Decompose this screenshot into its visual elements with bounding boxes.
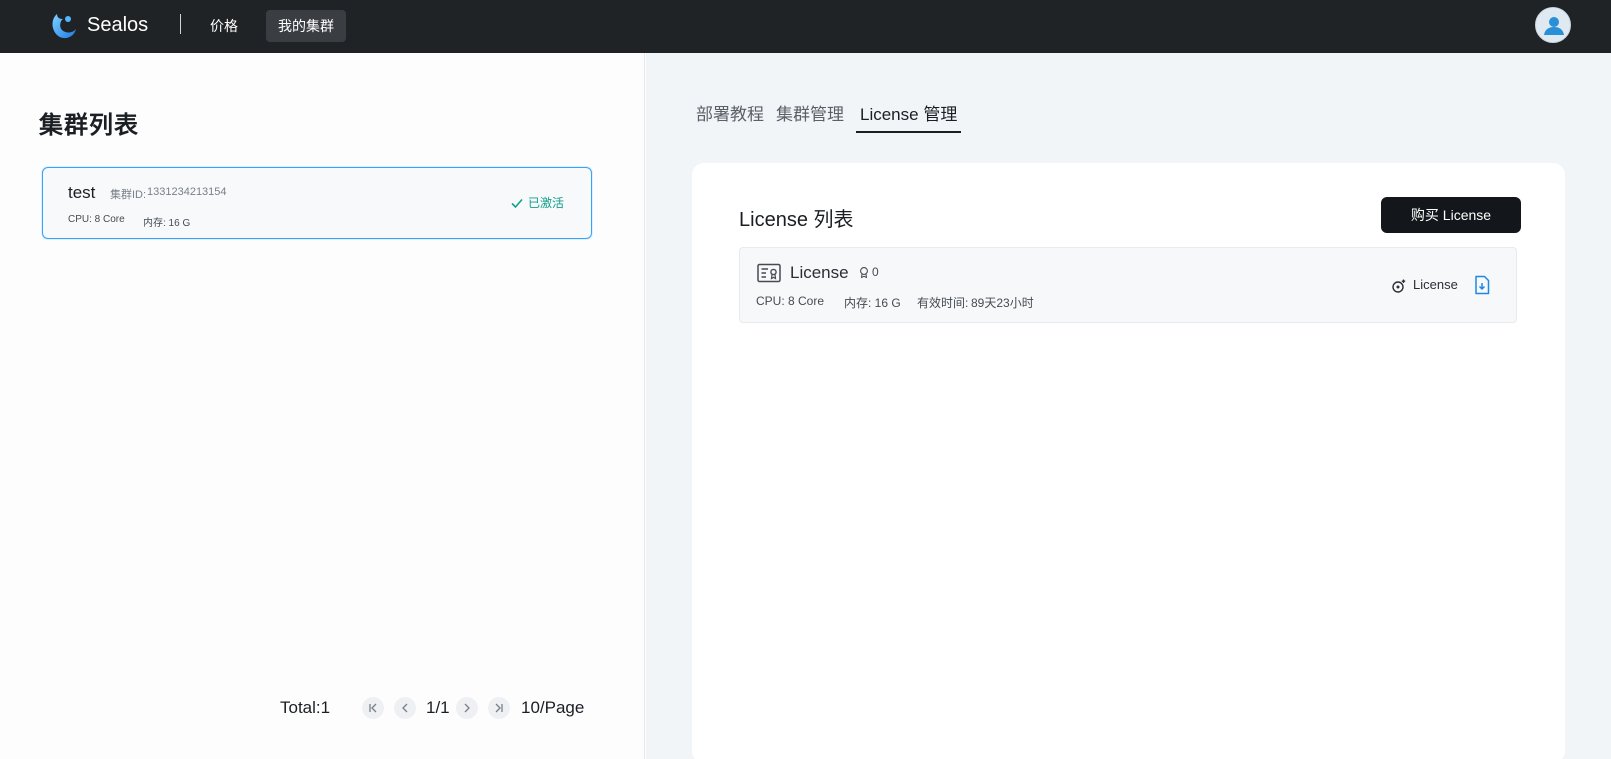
chevron-right-icon xyxy=(464,703,470,713)
cluster-id-value: 1331234213154 xyxy=(147,186,227,198)
first-page-button[interactable] xyxy=(362,697,384,719)
top-navigation-bar: Sealos 价格 我的集群 xyxy=(0,0,1611,53)
license-row: License 0 CPU: 8 Core 内存: 16 G 有效时间: 89天… xyxy=(739,247,1517,323)
first-page-icon xyxy=(369,703,377,713)
prev-page-button[interactable] xyxy=(394,697,416,719)
tab-deploy-tutorial[interactable]: 部署教程 xyxy=(696,103,764,127)
license-memory: 内存: 16 G xyxy=(844,296,901,310)
buy-license-button[interactable]: 购买 License xyxy=(1381,197,1521,233)
nav-pricing[interactable]: 价格 xyxy=(198,10,250,42)
chevron-left-icon xyxy=(402,703,408,713)
next-page-button[interactable] xyxy=(456,697,478,719)
tab-license-management[interactable]: License 管理 xyxy=(856,103,962,133)
cluster-card[interactable]: test 集群ID: 1331234213154 CPU: 8 Core 内存:… xyxy=(42,167,592,239)
license-list-card: License 列表 购买 License License 0 CPU: 8 C… xyxy=(692,163,1565,759)
cluster-memory: 内存: 16 G xyxy=(143,218,191,229)
license-valid-value: 89天23小时 xyxy=(971,296,1034,310)
sealos-logo-icon[interactable] xyxy=(48,11,78,41)
medal-icon xyxy=(860,267,868,278)
license-count-value: 0 xyxy=(872,265,879,279)
license-cpu: CPU: 8 Core xyxy=(756,294,825,308)
license-name: License xyxy=(790,263,849,282)
user-avatar-icon xyxy=(1544,17,1564,35)
pagination-page-size[interactable]: 10/Page xyxy=(521,694,584,722)
tab-cluster-management[interactable]: 集群管理 xyxy=(776,103,844,127)
cluster-cpu: CPU: 8 Core xyxy=(68,214,125,225)
nav-divider xyxy=(180,14,181,34)
check-icon xyxy=(511,198,523,208)
status-badge: 已激活 xyxy=(510,194,564,211)
pagination-total: Total:1 xyxy=(280,698,331,717)
last-page-icon xyxy=(495,703,503,713)
activate-license-label[interactable]: License xyxy=(1413,277,1458,292)
page-title: 集群列表 xyxy=(39,112,139,139)
activate-license-icon[interactable] xyxy=(1391,278,1407,294)
last-page-button[interactable] xyxy=(488,697,510,719)
nav-my-clusters[interactable]: 我的集群 xyxy=(266,10,346,42)
cluster-name: test xyxy=(68,183,96,202)
license-valid-label: 有效时间: xyxy=(917,296,969,310)
user-avatar[interactable] xyxy=(1535,7,1571,43)
cluster-list-panel: 集群列表 test 集群ID: 1331234213154 CPU: 8 Cor… xyxy=(0,53,645,759)
brand-name: Sealos xyxy=(87,14,149,36)
pagination-page: 1/1 xyxy=(426,698,450,717)
license-usage-count: 0 xyxy=(858,265,879,279)
detail-panel: 部署教程 集群管理 License 管理 License 列表 购买 Licen… xyxy=(646,53,1611,759)
cluster-id-label: 集群ID: xyxy=(110,189,147,201)
license-list-title: License 列表 xyxy=(739,209,854,231)
download-license-icon[interactable] xyxy=(1474,275,1490,295)
license-card-icon xyxy=(757,263,781,283)
status-label: 已激活 xyxy=(528,196,565,210)
